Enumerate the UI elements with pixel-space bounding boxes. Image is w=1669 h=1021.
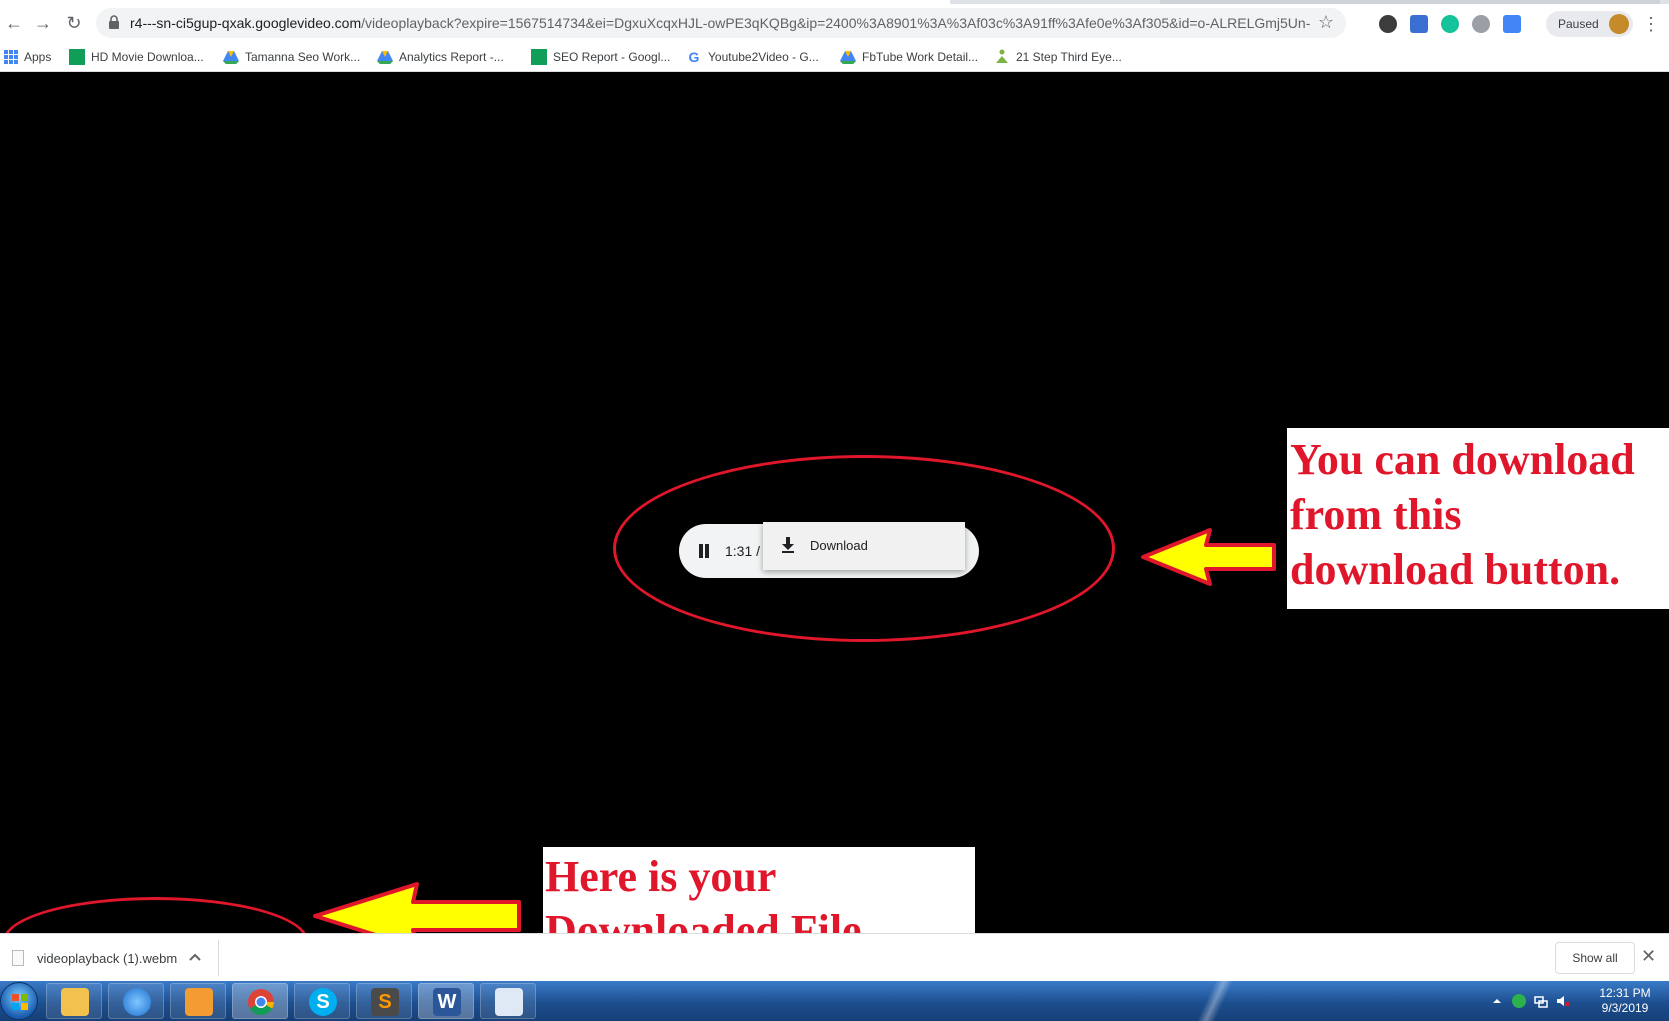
chevron-up-glyph: [189, 953, 201, 961]
translate-icon[interactable]: [1503, 15, 1521, 33]
bookmarks-bar: Apps HD Movie Downloa... Tamanna Seo Wor…: [0, 42, 1669, 72]
back-button[interactable]: ←: [4, 13, 24, 33]
bookmark-label: Analytics Report -...: [399, 50, 504, 64]
taskbar-media-player[interactable]: [170, 983, 226, 1019]
address-bar[interactable]: r4---sn-ci5gup-qxak.googlevideo.com/vide…: [96, 8, 1346, 38]
media-player-icon: [185, 988, 213, 1016]
bookmark-youtube2video[interactable]: G Youtube2Video - G...: [686, 48, 819, 66]
annotation-downloaded-file-note: Here is your Downloaded File: [543, 847, 975, 955]
taskbar-skype[interactable]: S: [294, 983, 350, 1019]
taskbar-sublime-text[interactable]: S: [356, 983, 412, 1019]
close-shelf-icon[interactable]: ✕: [1641, 946, 1656, 967]
show-all-button[interactable]: Show all: [1555, 942, 1635, 974]
windows-taskbar: S S W 12:31 PM 9/3/2019: [0, 981, 1669, 1021]
clock-time: 12:31 PM: [1599, 986, 1651, 1000]
taskbar-chrome[interactable]: [232, 983, 288, 1019]
taskbar-word[interactable]: W: [418, 983, 474, 1019]
windows-logo-icon: [12, 994, 28, 1010]
note-line: You can download: [1290, 435, 1635, 484]
downloaded-file-name[interactable]: videoplayback (1).webm: [37, 951, 177, 966]
bookmark-star-icon[interactable]: ☆: [1318, 12, 1334, 33]
bookmark-label: Apps: [24, 50, 52, 64]
bookmark-label: HD Movie Downloa...: [91, 50, 204, 64]
bookmark-third-eye[interactable]: 21 Step Third Eye...: [994, 48, 1122, 66]
lock-icon: [109, 15, 119, 29]
note-line: download button.: [1290, 545, 1621, 594]
bookmark-seo-report[interactable]: SEO Report - Googl...: [531, 48, 670, 66]
start-button[interactable]: [0, 982, 38, 1020]
apps-grid-icon: [4, 50, 18, 64]
taskbar-internet-explorer[interactable]: [108, 983, 164, 1019]
chevron-up-icon[interactable]: [189, 948, 201, 964]
sheets-icon: [531, 49, 547, 65]
bookmark-label: FbTube Work Detail...: [862, 50, 979, 64]
internet-explorer-icon: [123, 988, 151, 1016]
reload-button[interactable]: ↻: [64, 13, 84, 33]
paint-icon: [495, 988, 523, 1016]
extension-k-icon[interactable]: [1379, 15, 1397, 33]
divider: [218, 940, 219, 976]
screen: ← → ↻ r4---sn-ci5gup-qxak.googlevideo.co…: [0, 0, 1669, 1021]
bookmark-apps[interactable]: Apps: [4, 48, 51, 66]
bookmark-label: Tamanna Seo Work...: [245, 50, 361, 64]
bookmark-fbtube-work[interactable]: FbTube Work Detail...: [840, 48, 978, 66]
google-icon: G: [688, 49, 700, 65]
drive-icon: [377, 51, 393, 64]
network-icon[interactable]: [1534, 994, 1548, 1008]
profile-status-label: Paused: [1558, 17, 1599, 31]
browser-toolbar: ← → ↻ r4---sn-ci5gup-qxak.googlevideo.co…: [0, 4, 1669, 42]
clock-date: 9/3/2019: [1601, 1001, 1649, 1015]
grammarly-icon[interactable]: [1441, 15, 1459, 33]
drive-icon: [223, 51, 239, 64]
profile-paused-button[interactable]: Paused: [1546, 11, 1633, 37]
bookmark-analytics-report[interactable]: Analytics Report -...: [377, 48, 504, 66]
sublime-text-icon: S: [371, 988, 399, 1016]
taskbar-glare: [1180, 981, 1250, 1021]
note-line: from this: [1290, 490, 1462, 539]
note-line: Here is your: [545, 852, 777, 901]
url-host: r4---sn-ci5gup-qxak.googlevideo.com: [130, 15, 362, 31]
file-icon: [12, 950, 24, 966]
url-path: /videoplayback?expire=1567514734&ei=Dgxu…: [361, 15, 1310, 31]
bookmark-label: 21 Step Third Eye...: [1016, 50, 1122, 64]
highlight-ellipse-controls: [613, 455, 1115, 642]
sheets-icon: [69, 49, 85, 65]
browser-menu-icon[interactable]: ⋮: [1642, 14, 1660, 35]
taskbar-paint[interactable]: [480, 983, 536, 1019]
bookmark-label: Youtube2Video - G...: [708, 50, 819, 64]
arrow-left-icon: [1141, 528, 1276, 586]
avatar: [1608, 14, 1629, 34]
word-icon: W: [433, 988, 461, 1016]
extension-person-icon[interactable]: [1410, 15, 1428, 33]
bookmark-hd-movie[interactable]: HD Movie Downloa...: [69, 48, 204, 66]
volume-muted-icon[interactable]: [1556, 994, 1570, 1008]
folder-icon: [61, 988, 89, 1016]
taskbar-file-explorer[interactable]: [46, 983, 102, 1019]
bookmark-label: SEO Report - Googl...: [553, 50, 671, 64]
show-hidden-icons-icon[interactable]: [1490, 994, 1504, 1008]
settings-extension-icon[interactable]: [1472, 15, 1490, 33]
chrome-icon: [248, 989, 274, 1015]
system-clock[interactable]: 12:31 PM 9/3/2019: [1590, 986, 1660, 1016]
meditation-icon: [996, 49, 1008, 63]
forward-button[interactable]: →: [33, 13, 53, 33]
skype-icon: S: [309, 988, 337, 1016]
drive-icon: [840, 51, 856, 64]
bookmark-tamanna-seo[interactable]: Tamanna Seo Work...: [223, 48, 360, 66]
download-shelf: videoplayback (1).webm Show all ✕: [0, 933, 1669, 981]
annotation-download-button-note: You can download from this download butt…: [1287, 428, 1669, 609]
url-text: r4---sn-ci5gup-qxak.googlevideo.com/vide…: [130, 15, 1310, 31]
security-shield-icon[interactable]: [1512, 994, 1526, 1008]
